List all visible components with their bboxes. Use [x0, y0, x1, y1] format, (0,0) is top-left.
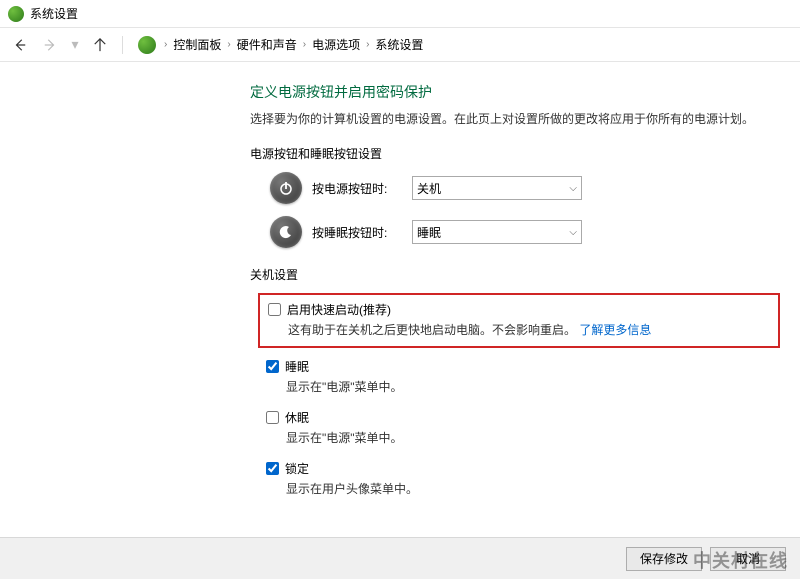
recent-dropdown[interactable]: ▾ [68, 33, 82, 57]
page-heading: 定义电源按钮并启用密码保护 [250, 82, 780, 102]
content-area: 定义电源按钮并启用密码保护 选择要为你的计算机设置的电源设置。在此页上对设置所做… [0, 62, 800, 523]
up-button[interactable] [88, 33, 112, 57]
forward-button[interactable] [38, 33, 62, 57]
lock-checkbox[interactable] [266, 462, 279, 475]
power-button-value: 关机 [417, 180, 441, 197]
sleep-button-select[interactable]: 睡眠 ⌵ [412, 220, 582, 244]
shutdown-options: 启用快速启动(推荐) 这有助于在关机之后更快地启动电脑。不会影响重启。 了解更多… [258, 293, 780, 501]
window-title: 系统设置 [30, 5, 78, 22]
shutdown-section-label: 关机设置 [250, 266, 780, 283]
footer: 保存修改 取消 [0, 537, 800, 579]
chevron-right-icon: › [225, 39, 232, 50]
option-hibernate: 休眠 显示在"电源"菜单中。 [258, 405, 780, 450]
sleep-checkbox[interactable] [266, 360, 279, 373]
arrow-left-icon [13, 38, 27, 52]
chevron-right-icon: › [162, 39, 169, 50]
hibernate-desc: 显示在"电源"菜单中。 [286, 429, 772, 446]
fast-startup-title: 启用快速启动(推荐) [287, 301, 391, 318]
sleep-icon [270, 216, 302, 248]
hibernate-checkbox[interactable] [266, 411, 279, 424]
control-panel-icon [138, 36, 156, 54]
breadcrumb-power-options[interactable]: 电源选项 [312, 36, 360, 53]
button-section-label: 电源按钮和睡眠按钮设置 [250, 145, 780, 162]
chevron-right-icon: › [364, 39, 371, 50]
learn-more-link[interactable]: 了解更多信息 [579, 323, 651, 337]
power-button-label: 按电源按钮时: [312, 180, 402, 197]
titlebar: 系统设置 [0, 0, 800, 28]
sleep-button-value: 睡眠 [417, 224, 441, 241]
chevron-right-icon: › [301, 39, 308, 50]
window-icon [8, 6, 24, 22]
fast-startup-checkbox[interactable] [268, 303, 281, 316]
sleep-button-label: 按睡眠按钮时: [312, 224, 402, 241]
power-button-row: 按电源按钮时: 关机 ⌵ [270, 172, 780, 204]
breadcrumb-control-panel[interactable]: 控制面板 [173, 36, 221, 53]
back-button[interactable] [8, 33, 32, 57]
separator [122, 36, 123, 54]
breadcrumb-system-settings[interactable]: 系统设置 [375, 36, 423, 53]
cancel-button[interactable]: 取消 [710, 547, 786, 571]
arrow-right-icon [43, 38, 57, 52]
sleep-title: 睡眠 [285, 358, 309, 375]
lock-title: 锁定 [285, 460, 309, 477]
hibernate-title: 休眠 [285, 409, 309, 426]
breadcrumb[interactable]: › 控制面板 › 硬件和声音 › 电源选项 › 系统设置 [133, 33, 792, 57]
option-lock: 锁定 显示在用户头像菜单中。 [258, 456, 780, 501]
fast-startup-desc: 这有助于在关机之后更快地启动电脑。不会影响重启。 了解更多信息 [288, 321, 770, 338]
navbar: ▾ › 控制面板 › 硬件和声音 › 电源选项 › 系统设置 [0, 28, 800, 62]
chevron-down-icon: ⌵ [569, 227, 577, 238]
option-sleep: 睡眠 显示在"电源"菜单中。 [258, 354, 780, 399]
chevron-down-icon: ⌵ [569, 183, 577, 194]
power-icon [270, 172, 302, 204]
lock-desc: 显示在用户头像菜单中。 [286, 480, 772, 497]
breadcrumb-hardware-sound[interactable]: 硬件和声音 [237, 36, 297, 53]
sleep-button-row: 按睡眠按钮时: 睡眠 ⌵ [270, 216, 780, 248]
page-subtext: 选择要为你的计算机设置的电源设置。在此页上对设置所做的更改将应用于你所有的电源计… [250, 110, 780, 127]
arrow-up-icon [93, 38, 107, 52]
sleep-desc: 显示在"电源"菜单中。 [286, 378, 772, 395]
save-button[interactable]: 保存修改 [626, 547, 702, 571]
power-button-select[interactable]: 关机 ⌵ [412, 176, 582, 200]
option-fast-startup: 启用快速启动(推荐) 这有助于在关机之后更快地启动电脑。不会影响重启。 了解更多… [258, 293, 780, 348]
